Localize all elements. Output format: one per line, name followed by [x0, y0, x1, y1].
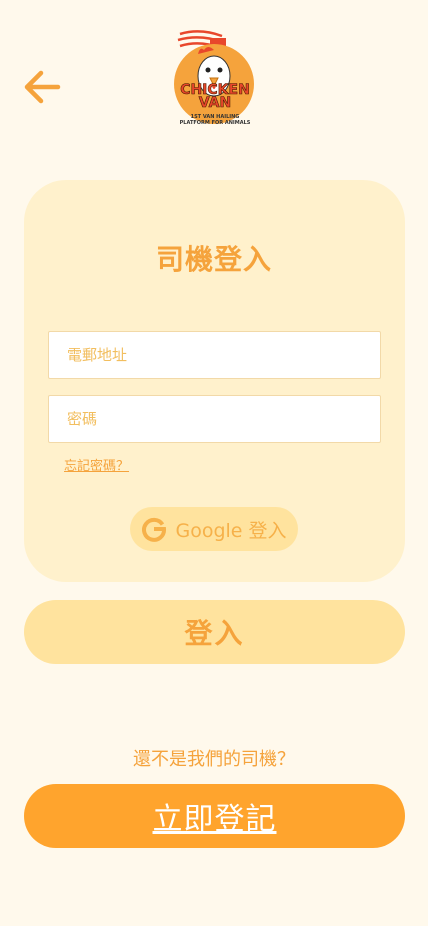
arrow-left-icon [24, 70, 61, 104]
page-title: 司機登入 [155, 243, 272, 276]
back-button[interactable] [22, 68, 62, 106]
email-field[interactable] [48, 331, 381, 379]
google-g-icon [142, 517, 167, 542]
forgot-password-link[interactable]: 忘記密碼？ [64, 455, 129, 474]
google-login-label: Google 登入 [175, 519, 287, 542]
chicken-van-logo: CHICKEN VAN 1ST VAN HAILING PLATFORM FOR… [170, 26, 260, 128]
password-field[interactable] [48, 395, 381, 443]
google-login-button[interactable]: Google 登入 [130, 507, 298, 551]
register-prompt: 還不是我們的司機？ [133, 749, 295, 770]
logo-tagline-line2: PLATFORM FOR ANIMALS [179, 120, 251, 126]
logo-brand-line2: VAN [198, 95, 232, 111]
register-button[interactable]: 立即登記 [24, 784, 405, 848]
login-button[interactable]: 登入 [24, 600, 405, 664]
